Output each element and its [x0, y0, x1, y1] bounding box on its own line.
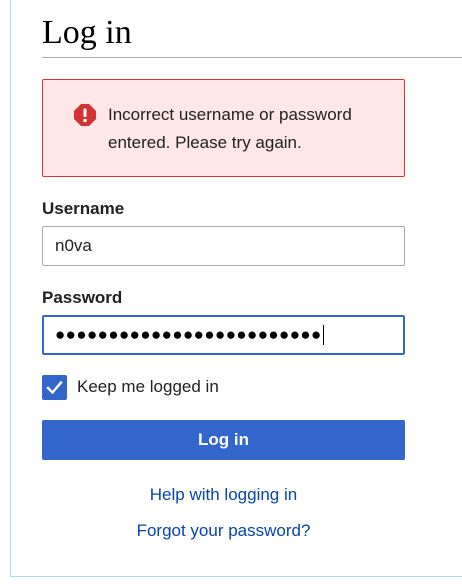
keep-logged-in-label[interactable]: Keep me logged in — [77, 377, 219, 397]
text-caret — [322, 325, 324, 345]
page-title: Log in — [42, 14, 132, 51]
checkmark-icon — [46, 380, 63, 395]
username-input[interactable] — [42, 226, 405, 266]
keep-logged-in-checkbox[interactable] — [42, 375, 67, 400]
username-label: Username — [42, 199, 125, 218]
forgot-password-link[interactable]: Forgot your password? — [42, 521, 405, 541]
password-masked-value: ●●●●●●●●●●●●●●●●●●●●●●●●● — [55, 325, 322, 344]
title-divider — [42, 57, 462, 58]
help-logging-in-link[interactable]: Help with logging in — [42, 485, 405, 505]
password-input[interactable]: ●●●●●●●●●●●●●●●●●●●●●●●●● — [42, 315, 405, 355]
error-message-box: Incorrect username or password entered. … — [42, 79, 405, 177]
error-message-text: Incorrect username or password entered. … — [108, 105, 352, 152]
error-icon — [73, 103, 97, 127]
password-label: Password — [42, 288, 123, 307]
login-button[interactable]: Log in — [42, 420, 405, 460]
